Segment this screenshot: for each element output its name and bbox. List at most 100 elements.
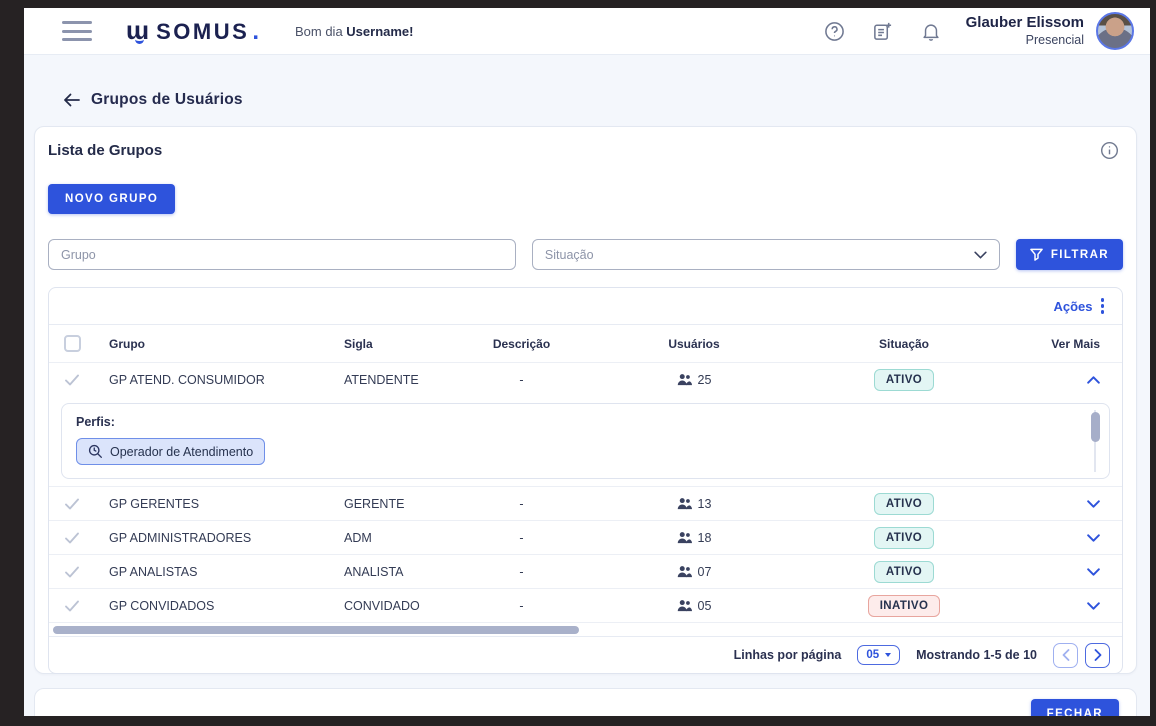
card-title: Lista de Grupos (48, 142, 162, 159)
kebab-menu-icon[interactable] (1101, 298, 1105, 314)
header-grupo: Grupo (109, 337, 344, 351)
cell-sigla: ANALISTA (344, 565, 464, 579)
cell-descricao: - (519, 565, 523, 579)
cell-grupo: GP ATEND. CONSUMIDOR (109, 373, 344, 387)
chevron-down-icon[interactable] (1087, 534, 1122, 542)
user-name: Glauber Elissom (966, 14, 1084, 33)
users-icon (677, 497, 692, 510)
topbar: ɯ somus . Bom dia Username! (24, 8, 1150, 55)
select-all-checkbox[interactable] (64, 335, 81, 352)
users-count: 07 (698, 565, 712, 579)
table-row[interactable]: GP ANALISTAS ANALISTA - 07 ATIVO (49, 554, 1122, 588)
row-check-icon[interactable] (49, 599, 109, 613)
group-filter-input[interactable] (48, 239, 516, 270)
avatar[interactable] (1096, 12, 1134, 50)
greeting-username: Username! (346, 24, 413, 39)
main-content: Grupos de Usuários Lista de Grupos NOVO … (24, 55, 1150, 716)
close-button[interactable]: FECHAR (1031, 699, 1119, 716)
row-expanded-section: Perfis: Operador de Atendimento (49, 396, 1122, 486)
profile-chip[interactable]: Operador de Atendimento (76, 438, 265, 465)
table-row[interactable]: GP GERENTES GERENTE - 13 ATIVO (49, 486, 1122, 520)
profiles-panel: Perfis: Operador de Atendimento (61, 403, 1110, 479)
bell-icon[interactable] (920, 20, 942, 42)
greeting-prefix: Bom dia (295, 24, 346, 39)
cell-descricao: - (519, 599, 523, 613)
header-usuarios: Usuários (668, 337, 719, 351)
cell-usuarios: 18 (677, 531, 712, 545)
users-icon (677, 565, 692, 578)
filter-button[interactable]: FILTRAR (1016, 239, 1123, 270)
cell-grupo: GP CONVIDADOS (109, 599, 344, 613)
cell-descricao: - (519, 373, 523, 387)
hscroll-thumb[interactable] (53, 626, 579, 634)
status-badge: ATIVO (874, 369, 934, 391)
profiles-label: Perfis: (76, 415, 1079, 429)
rows-per-page-label: Linhas por página (734, 648, 842, 662)
logo-text: somus (156, 19, 249, 45)
card-header: Lista de Grupos (48, 141, 1123, 160)
cell-usuarios: 07 (677, 565, 712, 579)
chevron-down-icon[interactable] (1087, 602, 1122, 610)
row-check-icon[interactable] (49, 531, 109, 545)
users-count: 18 (698, 531, 712, 545)
cell-sigla: GERENTE (344, 497, 464, 511)
viewport-frame: ɯ somus . Bom dia Username! (0, 0, 1156, 726)
help-icon[interactable] (824, 20, 846, 42)
groups-list-card: Lista de Grupos NOVO GRUPO Situação (34, 126, 1137, 674)
table-row[interactable]: GP ADMINISTRADORES ADM - 18 ATIVO (49, 520, 1122, 554)
table-row[interactable]: GP CONVIDADOS CONVIDADO - 05 INATIVO (49, 588, 1122, 622)
rows-per-page-select[interactable]: 05 (857, 645, 900, 665)
chevron-up-icon[interactable] (1087, 376, 1122, 384)
header-descricao: Descrição (493, 337, 550, 351)
cell-sigla: ADM (344, 531, 464, 545)
users-icon (677, 531, 692, 544)
breadcrumb: Grupos de Usuários (24, 55, 1150, 109)
back-arrow-icon[interactable] (63, 92, 81, 108)
cell-usuarios: 13 (677, 497, 712, 511)
user-block[interactable]: Glauber Elissom Presencial (966, 14, 1084, 48)
new-group-button[interactable]: NOVO GRUPO (48, 184, 175, 214)
users-count: 13 (698, 497, 712, 511)
users-icon (677, 373, 692, 386)
status-badge: ATIVO (874, 493, 934, 515)
note-add-icon[interactable] (872, 20, 894, 42)
chevron-right-icon (1094, 649, 1102, 661)
prev-page-button[interactable] (1053, 643, 1078, 668)
users-icon (677, 599, 692, 612)
page-nav (1053, 643, 1110, 668)
chevron-down-icon[interactable] (1087, 568, 1122, 576)
status-badge: ATIVO (874, 527, 934, 549)
horizontal-scrollbar (49, 622, 1122, 636)
next-page-button[interactable] (1085, 643, 1110, 668)
cell-grupo: GP GERENTES (109, 497, 344, 511)
search-profile-icon (88, 444, 103, 459)
showing-range: Mostrando 1-5 de 10 (916, 648, 1037, 662)
chevron-down-icon (974, 251, 987, 259)
groups-table: Ações Grupo Sigla Descrição Usuários Sit… (48, 287, 1123, 674)
scroll-thumb[interactable] (1091, 412, 1100, 442)
page-title: Grupos de Usuários (91, 91, 243, 109)
header-sigla: Sigla (344, 337, 464, 351)
table-row[interactable]: GP ATEND. CONSUMIDOR ATENDENTE - 25 ATIV… (49, 362, 1122, 396)
cell-sigla: CONVIDADO (344, 599, 464, 613)
users-count: 05 (698, 599, 712, 613)
chevron-down-icon[interactable] (1087, 500, 1122, 508)
actions-link[interactable]: Ações (1053, 299, 1092, 314)
cell-descricao: - (519, 497, 523, 511)
row-check-icon[interactable] (49, 497, 109, 511)
user-status: Presencial (966, 33, 1084, 49)
filter-icon (1030, 248, 1043, 261)
row-check-icon[interactable] (49, 565, 109, 579)
cell-grupo: GP ADMINISTRADORES (109, 531, 344, 545)
header-situacao: Situação (879, 337, 929, 351)
menu-icon[interactable] (62, 21, 92, 41)
info-icon[interactable] (1100, 141, 1119, 160)
chevron-left-icon (1062, 649, 1070, 661)
status-badge: ATIVO (874, 561, 934, 583)
app-logo: ɯ somus . (126, 17, 259, 46)
situation-select[interactable]: Situação (532, 239, 1000, 270)
profile-chip-label: Operador de Atendimento (110, 445, 253, 459)
row-check-icon[interactable] (49, 373, 109, 387)
filter-row: Situação FILTRAR (48, 239, 1123, 270)
panel-scrollbar (1090, 410, 1100, 472)
